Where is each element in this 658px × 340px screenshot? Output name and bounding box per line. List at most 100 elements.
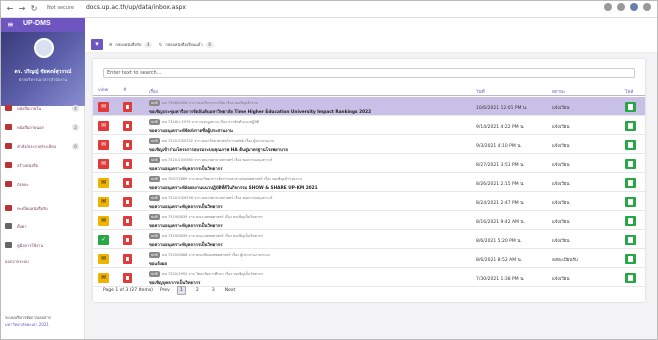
priority-badge: ปกติ (149, 233, 160, 239)
table-row[interactable]: ✉ ปกติ มพ 7306/0608 จาก กองบริหารงานวิจัย … (93, 97, 645, 116)
document-subject[interactable]: ขอเชิญบุคลากรเป็นวิทยากร (149, 279, 200, 286)
table-row[interactable]: ✉ ปกติ มพ 7320/0888 จาก คณะทันตแพทยศาสตร์ … (93, 249, 645, 268)
priority-badge: ปกติ (149, 252, 160, 258)
document-subject[interactable]: ขอเชิญประชุมหารือการจัดอันดับมหาวิทยาลัย… (149, 108, 371, 115)
envelope-icon[interactable]: ✉ (98, 121, 109, 131)
sidebar-item-settings[interactable]: ตั้งค่า (5, 221, 83, 231)
hamburger-menu-icon[interactable]: ≡ (7, 20, 14, 29)
gear-icon (5, 223, 12, 229)
document-date: 8/6/2021 8:52 AM น. (476, 258, 523, 263)
delete-icon[interactable] (123, 235, 132, 245)
envelope-icon[interactable]: ✉ (98, 273, 109, 283)
envelope-icon[interactable]: ✉ (98, 159, 109, 169)
more-menu-icon[interactable] (643, 3, 651, 11)
extension-icon[interactable] (617, 3, 625, 11)
priority-badge: ปกติ (149, 176, 160, 182)
sidebar-item-external[interactable]: หนังสือภายนอก 2 (5, 122, 83, 132)
priority-badge: ปกติ (149, 100, 160, 106)
delete-icon[interactable] (123, 159, 132, 169)
document-subject[interactable]: ขอเชิญเข้าร่วมโครงการอบรมระบบคุณภาพ HA ต… (149, 146, 288, 153)
toolbar-sent[interactable]: ↻ กล่องหนังสือเรียนแล้ว 6 (159, 41, 214, 48)
forward-icon[interactable]: → (17, 4, 27, 13)
file-icon[interactable] (625, 159, 636, 169)
envelope-icon[interactable]: ✉ (98, 178, 109, 188)
address-bar[interactable]: docs.up.ac.th/up/data/inbox.aspx (86, 4, 186, 11)
col-view[interactable]: view (98, 88, 108, 93)
envelope-icon[interactable]: ✉ (98, 216, 109, 226)
sidebar-item-register[interactable]: ทะเบียนหนังสือรับ (5, 203, 83, 213)
priority-badge: ปกติ (149, 138, 160, 144)
footer-year: มหาวิทยาลัยพะเยา 2021 (5, 322, 49, 327)
document-subject[interactable]: ขอความอนุเคราะห์บุคลากรเป็นวิทยากร (149, 203, 223, 210)
document-number: มพ 7320.03/0556 จาก คณะพยาบาลศาสตร์ เรื่… (162, 196, 273, 200)
inbox-icon: ✉ (109, 42, 113, 47)
table-row[interactable]: ✉ ปกติ มพ 7320.03/0560 จาก คณะพยาบาลศาสตร์… (93, 154, 645, 173)
read-check-icon[interactable]: ✓ (98, 235, 109, 245)
prev-button[interactable]: Prev (160, 288, 170, 293)
col-date[interactable]: วันที่ (476, 88, 485, 95)
table-row[interactable]: ✉ ปกติ มพ 7316/ว 2979 จาก กองกฎหมาย เรื่อง… (93, 116, 645, 135)
envelope-icon[interactable]: ✉ (98, 254, 109, 264)
profile-avatar-icon[interactable] (630, 3, 638, 11)
delete-icon[interactable] (123, 273, 132, 283)
col-number[interactable]: # (123, 88, 127, 93)
document-date: 10/6/2021 12:01 PM น. (476, 106, 528, 111)
envelope-icon[interactable]: ✉ (98, 197, 109, 207)
count-badge: 6 (205, 41, 214, 48)
file-icon[interactable] (625, 121, 636, 131)
next-button[interactable]: Next (225, 288, 235, 293)
file-icon[interactable] (625, 273, 636, 283)
file-icon[interactable] (625, 216, 636, 226)
table-row[interactable]: ✓ ปกติ มพ 7319/0839 จาก คณะแพทยศาสตร์ เรื่… (93, 230, 645, 249)
back-icon[interactable]: ← (5, 4, 15, 13)
table-row[interactable]: ✉ ปกติ มพ 7320/1992 จาก วิทยาลัยการศึกษา เ… (93, 268, 645, 287)
sidebar-item-orders[interactable]: คำสั่ง/ประกาศ/ระเบียบ 6 (5, 141, 83, 151)
delete-icon[interactable] (123, 254, 132, 264)
file-icon[interactable] (625, 197, 636, 207)
sidebar-item-logout[interactable]: ออกจากระบบ (5, 256, 83, 266)
toolbar-inbox[interactable]: ✉ กล่องหนังสือรับ 4 (109, 41, 153, 48)
sidebar-item-internal[interactable]: หนังสือภายใน 4 (5, 103, 83, 113)
col-status[interactable]: สถานะ (552, 88, 566, 95)
table-row[interactable]: ✉ ปกติ มพ 7319/0839 จาก คณะแพทยศาสตร์ เรื่… (93, 211, 645, 230)
table-row[interactable]: ✉ ปกติ มพ 7320.03/0702 จาก คณะวิทยาศาสตร์ก… (93, 135, 645, 154)
document-subject[interactable]: ขอแจ้งผล (149, 260, 167, 267)
file-icon[interactable] (625, 254, 636, 264)
delete-icon[interactable] (123, 178, 132, 188)
document-number: มพ 7320.03/0560 จาก คณะพยาบาลศาสตร์ เรื่… (162, 158, 273, 162)
envelope-icon[interactable]: ✉ (98, 140, 109, 150)
page-3-button[interactable]: 3 (209, 286, 218, 295)
file-icon[interactable] (625, 102, 636, 112)
delete-icon[interactable] (123, 197, 132, 207)
document-subject[interactable]: ขอความอนุเคราะห์บุคลากรเป็นวิทยากร (149, 222, 223, 229)
filter-button[interactable]: ▾ (91, 39, 103, 50)
page-1-button[interactable]: 1 (176, 286, 186, 295)
star-icon[interactable] (604, 3, 612, 11)
profile-panel: ดร. ปริญญ์ ชัยพงษ์สุวรรณ์ ฝ่ายบริหารเอกส… (1, 32, 85, 106)
document-subject[interactable]: ขอความอนุเคราะห์บุคลากรเป็นวิทยากร (149, 241, 223, 248)
document-subject[interactable]: ขอความอนุเคราะห์ส่งผลงานแนวปฏิบัติที่ดีใ… (149, 184, 318, 191)
sidebar-item-compose[interactable]: สร้างหนังสือ (5, 160, 83, 170)
reload-icon[interactable]: ↻ (29, 4, 39, 13)
sidebar-item-trash[interactable]: ถังขยะ (5, 179, 83, 189)
table-row[interactable]: ✉ ปกติ มพ 7320.03/0556 จาก คณะพยาบาลศาสตร์… (93, 192, 645, 211)
file-icon[interactable] (625, 235, 636, 245)
not-secure-label[interactable]: Not secure (47, 5, 74, 11)
table-row[interactable]: ✉ ปกติ มพ 7007/2889 จาก คณะวิทยาการจัดการแ… (93, 173, 645, 192)
document-subject[interactable]: ขอความอนุเคราะห์จัดส่งรายชื่อผู้ประสานงา… (149, 127, 233, 134)
page-2-button[interactable]: 2 (193, 286, 202, 295)
file-icon[interactable] (625, 178, 636, 188)
delete-icon[interactable] (123, 140, 132, 150)
sidebar-item-manual[interactable]: คู่มือการใช้งาน (5, 240, 83, 250)
envelope-icon[interactable]: ✉ (98, 102, 109, 112)
pagination: Page 1 of 3 (27 Items) Prev 1 2 3 Next (103, 286, 235, 295)
delete-icon[interactable] (123, 102, 132, 112)
col-subject[interactable]: เรื่อง (149, 88, 158, 95)
delete-icon[interactable] (123, 121, 132, 131)
search-input[interactable]: Enter text to search... (103, 68, 635, 78)
file-icon[interactable] (625, 140, 636, 150)
col-file[interactable]: ไฟล์ (625, 88, 633, 95)
document-subject[interactable]: ขอความอนุเคราะห์บุคลากรเป็นวิทยากร (149, 165, 223, 172)
delete-icon[interactable] (123, 216, 132, 226)
avatar[interactable] (34, 38, 54, 58)
